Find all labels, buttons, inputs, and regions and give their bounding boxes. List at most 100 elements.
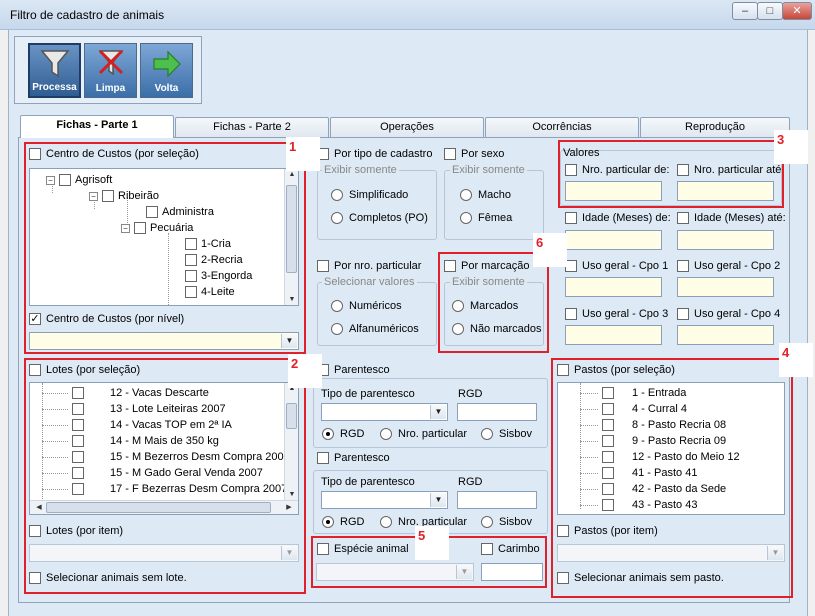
tree-node-agrisoft[interactable]: − Agrisoft bbox=[46, 174, 112, 186]
radio-circle[interactable] bbox=[481, 428, 493, 440]
checkbox-box[interactable] bbox=[72, 451, 84, 463]
checkbox-box[interactable] bbox=[602, 403, 614, 415]
checkbox-box[interactable] bbox=[72, 387, 84, 399]
parentesco2-tipo-combo[interactable]: ▼ bbox=[321, 491, 448, 509]
pasto-item[interactable]: 1 - Entrada bbox=[580, 387, 686, 399]
nro-ate-checkbox[interactable]: Nro. particular até: bbox=[677, 164, 784, 176]
checkbox-box[interactable] bbox=[146, 206, 158, 218]
lote-item[interactable]: 12 - Vacas Descarte bbox=[42, 387, 209, 399]
checkbox-box[interactable] bbox=[557, 525, 569, 537]
radio-circle[interactable] bbox=[331, 189, 343, 201]
processa-button[interactable]: Processa bbox=[28, 43, 81, 98]
checkbox-box[interactable] bbox=[29, 313, 41, 325]
pasto-item[interactable]: 4 - Curral 4 bbox=[580, 403, 687, 415]
centro-tree-scrollbar[interactable]: ▲ ▼ bbox=[284, 169, 298, 305]
checkbox-box[interactable] bbox=[29, 525, 41, 537]
nro-de-input[interactable] bbox=[565, 181, 662, 201]
pasto-item[interactable]: 8 - Pasto Recria 08 bbox=[580, 419, 726, 431]
centro-selecao-checkbox[interactable]: Centro de Custos (por seleção) bbox=[29, 148, 199, 160]
especie-combo[interactable]: ▼ bbox=[316, 563, 474, 581]
pastos-selecao-checkbox[interactable]: Pastos (por seleção) bbox=[557, 364, 675, 376]
checkbox-box[interactable] bbox=[565, 212, 577, 224]
checkbox-box[interactable] bbox=[72, 419, 84, 431]
lote-item[interactable]: 15 - M Gado Geral Venda 2007 bbox=[42, 467, 263, 479]
tree-node-pecuaria[interactable]: − Pecuária bbox=[121, 222, 193, 234]
checkbox-box[interactable] bbox=[444, 260, 456, 272]
checkbox-box[interactable] bbox=[602, 451, 614, 463]
tree-node-cria[interactable]: 1-Cria bbox=[185, 238, 231, 250]
nro-de-checkbox[interactable]: Nro. particular de: bbox=[565, 164, 669, 176]
tab-ocorrencias[interactable]: Ocorrências bbox=[485, 117, 639, 137]
tree-node-engorda[interactable]: 3-Engorda bbox=[185, 270, 252, 282]
chevron-down-icon[interactable]: ▼ bbox=[456, 565, 472, 579]
lotes-hscrollbar[interactable]: ◀ ▶ bbox=[30, 500, 298, 514]
cpo1-input[interactable] bbox=[565, 277, 662, 297]
pasto-item[interactable]: 9 - Pasto Recria 09 bbox=[580, 435, 726, 447]
parentesco1-radio-nro[interactable]: Nro. particular bbox=[380, 428, 467, 440]
radio-completos[interactable]: Completos (PO) bbox=[331, 212, 428, 224]
checkbox-box[interactable] bbox=[602, 419, 614, 431]
radio-alfanumericos[interactable]: Alfanuméricos bbox=[331, 323, 419, 335]
lote-item[interactable]: 14 - M Mais de 350 kg bbox=[42, 435, 219, 447]
scroll-thumb[interactable] bbox=[46, 502, 271, 513]
idade-ate-input[interactable] bbox=[677, 230, 774, 250]
tree-node-recria[interactable]: 2-Recria bbox=[185, 254, 243, 266]
radio-circle[interactable] bbox=[460, 189, 472, 201]
lotes-selecao-checkbox[interactable]: Lotes (por seleção) bbox=[29, 364, 140, 376]
parentesco2-radio-rgd[interactable]: RGD bbox=[322, 516, 364, 528]
chevron-down-icon[interactable]: ▼ bbox=[281, 334, 297, 348]
checkbox-box[interactable] bbox=[185, 238, 197, 250]
checkbox-box[interactable] bbox=[677, 164, 689, 176]
carimbo-checkbox[interactable]: Carimbo bbox=[481, 543, 540, 555]
chevron-down-icon[interactable]: ▼ bbox=[767, 546, 783, 560]
radio-circle[interactable] bbox=[452, 323, 464, 335]
collapse-icon[interactable]: − bbox=[121, 223, 130, 233]
radio-circle[interactable] bbox=[322, 516, 334, 528]
scroll-down-icon[interactable]: ▼ bbox=[285, 491, 298, 498]
lote-item[interactable]: 17 - F Bezerras Desm Compra 2007 bbox=[42, 483, 287, 495]
parentesco1-tipo-combo[interactable]: ▼ bbox=[321, 403, 448, 421]
volta-button[interactable]: Volta bbox=[140, 43, 193, 98]
sem-lote-checkbox[interactable]: Selecionar animais sem lote. bbox=[29, 572, 187, 584]
checkbox-box[interactable] bbox=[72, 483, 84, 495]
collapse-icon[interactable]: − bbox=[46, 175, 55, 185]
sexo-checkbox[interactable]: Por sexo bbox=[444, 148, 504, 160]
scroll-down-icon[interactable]: ▼ bbox=[285, 296, 298, 303]
scroll-thumb[interactable] bbox=[286, 185, 297, 273]
maximize-button[interactable]: □ bbox=[757, 2, 783, 20]
carimbo-input[interactable] bbox=[481, 563, 543, 581]
checkbox-box[interactable] bbox=[565, 164, 577, 176]
checkbox-box[interactable] bbox=[565, 308, 577, 320]
parentesco1-radio-rgd[interactable]: RGD bbox=[322, 428, 364, 440]
checkbox-box[interactable] bbox=[317, 543, 329, 555]
idade-de-checkbox[interactable]: Idade (Meses) de: bbox=[565, 212, 671, 224]
cpo4-input[interactable] bbox=[677, 325, 774, 345]
radio-circle[interactable] bbox=[460, 212, 472, 224]
radio-femea[interactable]: Fêmea bbox=[460, 212, 512, 224]
lote-item[interactable]: 14 - Vacas TOP em 2ª IA bbox=[42, 419, 232, 431]
nro-particular-checkbox[interactable]: Por nro. particular bbox=[317, 260, 421, 272]
checkbox-box[interactable] bbox=[72, 467, 84, 479]
checkbox-box[interactable] bbox=[29, 572, 41, 584]
lotes-item-combo[interactable]: ▼ bbox=[29, 544, 299, 562]
scroll-thumb[interactable] bbox=[286, 403, 297, 429]
radio-circle[interactable] bbox=[331, 323, 343, 335]
radio-circle[interactable] bbox=[322, 428, 334, 440]
parentesco2-checkbox[interactable]: Parentesco bbox=[317, 452, 390, 464]
checkbox-box[interactable] bbox=[602, 387, 614, 399]
checkbox-box[interactable] bbox=[185, 254, 197, 266]
checkbox-box[interactable] bbox=[602, 483, 614, 495]
checkbox-box[interactable] bbox=[444, 148, 456, 160]
checkbox-box[interactable] bbox=[317, 452, 329, 464]
pasto-item[interactable]: 42 - Pasto da Sede bbox=[580, 483, 726, 495]
lotes-vscrollbar[interactable]: ▲ ▼ bbox=[284, 383, 298, 500]
parentesco1-checkbox[interactable]: Parentesco bbox=[317, 364, 390, 376]
pastos-list[interactable]: 1 - Entrada 4 - Curral 4 8 - Pasto Recri… bbox=[557, 382, 785, 515]
chevron-down-icon[interactable]: ▼ bbox=[430, 493, 446, 507]
tree-node-ribeirao[interactable]: − Ribeirão bbox=[89, 190, 159, 202]
pastos-item-checkbox[interactable]: Pastos (por item) bbox=[557, 525, 658, 537]
marcacao-checkbox[interactable]: Por marcação bbox=[444, 260, 529, 272]
tab-reproducao[interactable]: Reprodução bbox=[640, 117, 790, 137]
collapse-icon[interactable]: − bbox=[89, 191, 98, 201]
lote-item[interactable]: 13 - Lote Leiteiras 2007 bbox=[42, 403, 226, 415]
